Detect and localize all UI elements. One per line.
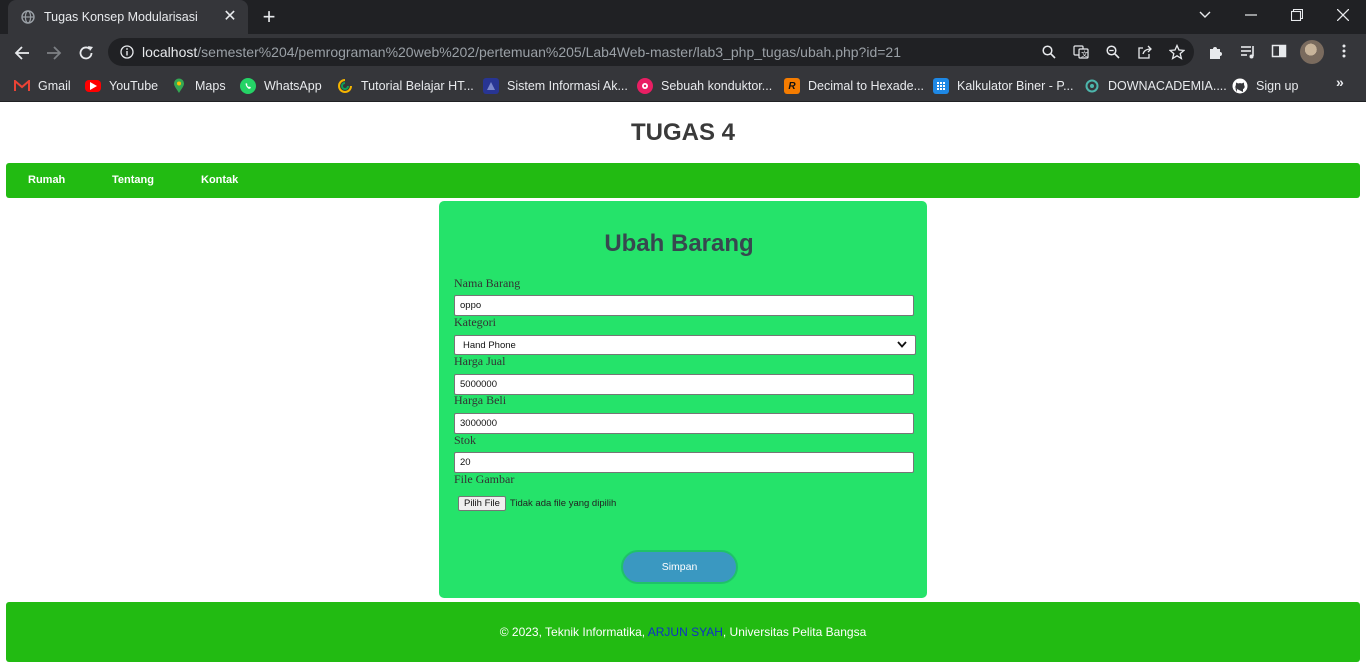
bookmark-tutorial[interactable]: Tutorial Belajar HT...: [337, 76, 474, 96]
bookmark-star-icon[interactable]: [1168, 43, 1186, 61]
footer-text: © 2023, Teknik Informatika, ARJUN SYAH, …: [6, 625, 1360, 639]
nama-barang-label: Nama Barang: [454, 276, 521, 290]
nav-link-rumah[interactable]: Rumah: [28, 174, 65, 186]
bookmark-label: Sign up: [1256, 79, 1299, 93]
browser-tab[interactable]: Tugas Konsep Modularisasi ✕: [8, 0, 248, 34]
close-window-icon[interactable]: [1320, 0, 1366, 30]
form-heading: Ubah Barang: [604, 230, 754, 257]
share-icon[interactable]: [1136, 43, 1154, 61]
bookmark-label: Sebuah konduktor...: [661, 79, 773, 93]
site-info-icon[interactable]: [120, 45, 134, 59]
chevron-down-icon: [897, 340, 907, 351]
bookmark-label: WhatsApp: [264, 79, 322, 93]
nav-link-tentang[interactable]: Tentang: [112, 174, 154, 186]
translate-icon[interactable]: 文: [1072, 43, 1090, 61]
tutorial-icon: [337, 78, 353, 94]
url-host: localhost: [142, 44, 198, 60]
bookmark-label: Decimal to Hexade...: [808, 79, 925, 93]
conductor-icon: [637, 78, 653, 94]
stok-label: Stok: [454, 433, 477, 447]
bookmark-label: Maps: [195, 79, 226, 93]
bookmark-label: YouTube: [109, 79, 159, 93]
r-icon: R: [784, 78, 800, 94]
whatsapp-icon: [240, 78, 256, 94]
restore-icon[interactable]: [1274, 0, 1320, 30]
forward-icon[interactable]: [41, 40, 67, 66]
menu-kebab-icon[interactable]: [1337, 43, 1351, 59]
browser-tab-strip: Tugas Konsep Modularisasi ✕ +: [0, 0, 1366, 34]
file-status-text: Tidak ada file yang dipilih: [509, 498, 617, 509]
globe-icon: [20, 9, 36, 25]
simpan-button[interactable]: Simpan: [621, 550, 738, 584]
side-panel-icon[interactable]: [1271, 43, 1287, 59]
tab-close-icon[interactable]: ✕: [222, 9, 238, 25]
bookmark-decimal-hex[interactable]: R Decimal to Hexade...: [784, 76, 924, 96]
url-path: /semester%204/pemrograman%20web%202/pert…: [197, 44, 901, 60]
footer-author-name: ARJUN SYAH: [647, 625, 723, 639]
github-icon: [1232, 78, 1248, 94]
page-footer: © 2023, Teknik Informatika, ARJUN SYAH, …: [6, 602, 1360, 662]
bookmark-kalkulator[interactable]: Kalkulator Biner - P...: [933, 76, 1074, 96]
extensions-icon[interactable]: [1207, 43, 1225, 61]
minimize-icon[interactable]: [1228, 0, 1274, 30]
search-icon[interactable]: [1040, 43, 1058, 61]
profile-avatar[interactable]: [1300, 40, 1324, 64]
back-icon[interactable]: [9, 40, 35, 66]
reload-icon[interactable]: [73, 40, 99, 66]
tab-title: Tugas Konsep Modularisasi: [44, 10, 198, 24]
harga-beli-input[interactable]: 3000000: [454, 413, 914, 434]
new-tab-icon[interactable]: +: [258, 6, 280, 29]
main-nav: Rumah Tentang Kontak: [6, 163, 1360, 198]
downacademia-icon: [1084, 78, 1100, 94]
media-control-icon[interactable]: [1239, 43, 1257, 61]
stok-input[interactable]: 20: [454, 452, 914, 473]
tab-search-chevron-icon[interactable]: [1182, 0, 1228, 30]
youtube-icon: [85, 80, 101, 92]
bookmark-whatsapp[interactable]: WhatsApp: [240, 76, 322, 96]
bookmark-label: DOWNACADEMIA....: [1108, 79, 1227, 93]
kategori-label: Kategori: [454, 315, 496, 329]
nav-link-kontak[interactable]: Kontak: [201, 174, 238, 186]
url-text: localhost/semester%204/pemrograman%20web…: [142, 44, 901, 60]
file-gambar-label: File Gambar: [454, 472, 515, 486]
bookmarks-bar: Gmail YouTube Maps WhatsApp Tutorial Bel…: [0, 70, 1366, 102]
bookmark-downacademia[interactable]: DOWNACADEMIA....: [1084, 76, 1227, 96]
kategori-select[interactable]: Hand Phone: [454, 335, 916, 355]
footer-suffix: , Universitas Pelita Bangsa: [722, 625, 867, 639]
bookmark-konduktor[interactable]: Sebuah konduktor...: [637, 76, 772, 96]
bookmark-label: Kalkulator Biner - P...: [957, 79, 1074, 93]
bookmark-maps[interactable]: Maps: [171, 76, 226, 96]
kategori-selected-value: Hand Phone: [463, 339, 516, 351]
file-input: Pilih File Tidak ada file yang dipilih: [458, 496, 616, 511]
zoom-icon[interactable]: [1104, 43, 1122, 61]
bookmark-label: Tutorial Belajar HT...: [361, 79, 474, 93]
choose-file-button[interactable]: Pilih File: [458, 496, 506, 511]
maps-icon: [171, 78, 187, 94]
harga-jual-label: Harga Jual: [454, 354, 506, 368]
nama-barang-input[interactable]: oppo: [454, 295, 914, 316]
harga-jual-input[interactable]: 5000000: [454, 374, 914, 395]
footer-prefix: © 2023, Teknik Informatika,: [499, 625, 648, 639]
bookmark-label: Sistem Informasi Ak...: [507, 79, 628, 93]
bookmark-github[interactable]: Sign up: [1232, 76, 1298, 96]
browser-toolbar: localhost/semester%204/pemrograman%20web…: [0, 34, 1366, 70]
harga-beli-label: Harga Beli: [454, 393, 507, 407]
gmail-icon: [14, 78, 30, 94]
calculator-icon: [933, 78, 949, 94]
web-page: TUGAS 4 Rumah Tentang Kontak Ubah Barang…: [0, 103, 1366, 667]
bookmark-label: Gmail: [38, 79, 71, 93]
bookmark-youtube[interactable]: YouTube: [85, 76, 158, 96]
bookmark-sistem-informasi[interactable]: Sistem Informasi Ak...: [483, 76, 628, 96]
bookmarks-overflow-icon[interactable]: »: [1336, 74, 1344, 90]
edit-item-form: Ubah Barang Nama Barang oppo Kategori Ha…: [439, 201, 927, 598]
bookmark-gmail[interactable]: Gmail: [14, 76, 71, 96]
svg-text:文: 文: [1081, 50, 1088, 59]
address-bar[interactable]: localhost/semester%204/pemrograman%20web…: [108, 38, 1194, 66]
academic-icon: [483, 78, 499, 94]
page-title: TUGAS 4: [630, 119, 735, 146]
